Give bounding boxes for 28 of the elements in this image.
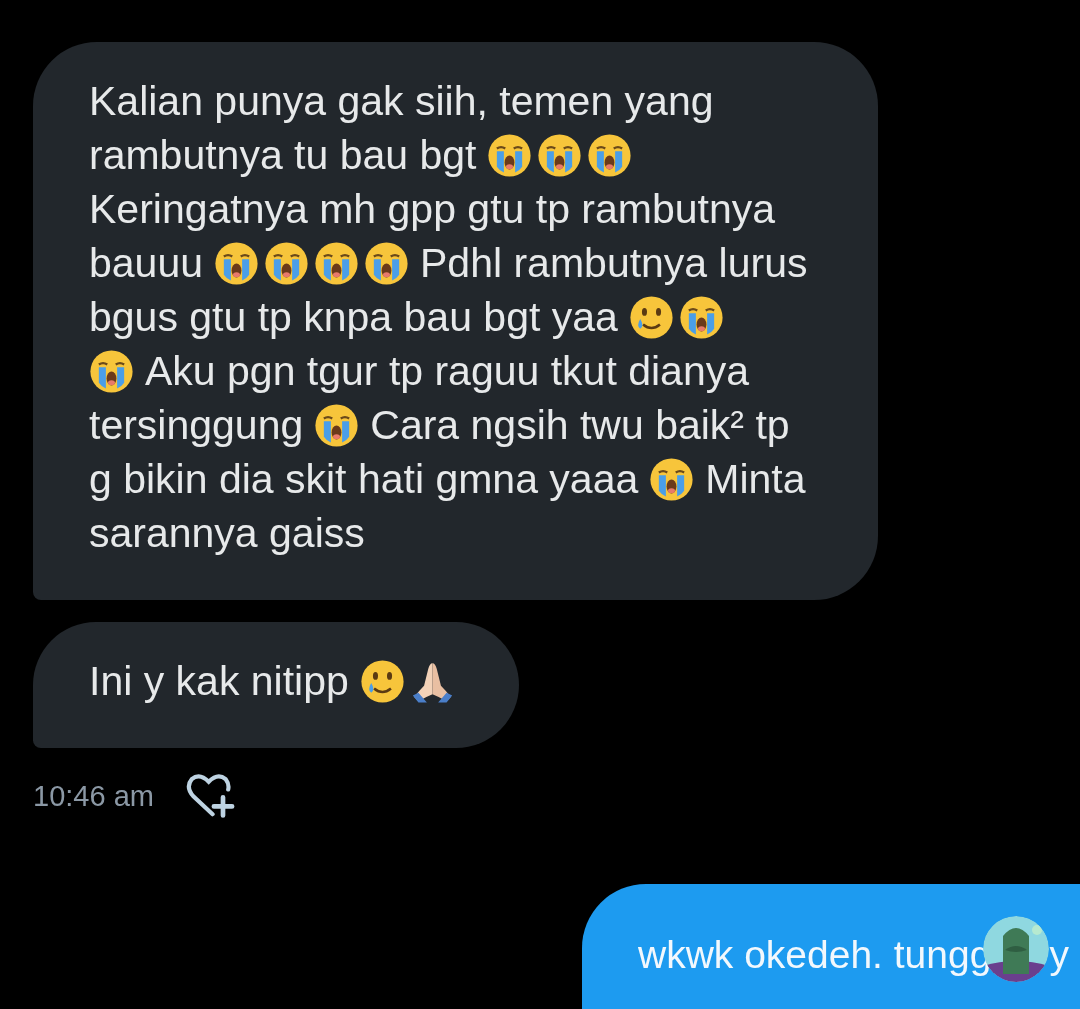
crying-face-icon xyxy=(678,294,724,340)
message-text: Aku pgn tgur tp raguu tkut dianya xyxy=(145,347,749,396)
crying-face-icon xyxy=(364,240,409,286)
message-text: bgus gtu tp knpa bau bgt yaa xyxy=(89,293,618,342)
crying-face-icon xyxy=(314,240,359,286)
message-text: Kalian punya gak siih, temen yang xyxy=(89,77,714,126)
crying-face-icon xyxy=(214,240,259,286)
message-text: Cara ngsih twu baik² tp xyxy=(370,401,790,450)
crying-face-icon xyxy=(89,348,134,394)
message-text: y xyxy=(1049,932,1069,978)
crying-face-icon xyxy=(649,456,695,502)
message-text: tersinggung xyxy=(89,401,304,450)
teary-smile-icon xyxy=(628,294,674,340)
message-text: sarannya gaiss xyxy=(89,509,365,558)
message-text: Ini y kak nitipp xyxy=(89,657,349,706)
teary-smile-icon xyxy=(359,658,405,704)
crying-face-icon xyxy=(487,132,533,178)
message-text: rambutnya tu bau bgt xyxy=(89,131,477,180)
message-text: Keringatnya mh gpp gtu tp rambutnya xyxy=(89,185,776,234)
crying-face-icon xyxy=(314,402,360,448)
message-text: Minta xyxy=(705,455,806,504)
timestamp: 10:46 am xyxy=(33,779,154,813)
crying-face-icon xyxy=(587,132,633,178)
message-text: bauuu xyxy=(89,239,203,288)
message-text: Pdhl rambutnya lurus xyxy=(420,239,808,288)
message-text: g bikin dia skit hati gmna yaaa xyxy=(89,455,639,504)
crying-face-icon xyxy=(537,132,583,178)
crying-face-icon xyxy=(264,240,309,286)
